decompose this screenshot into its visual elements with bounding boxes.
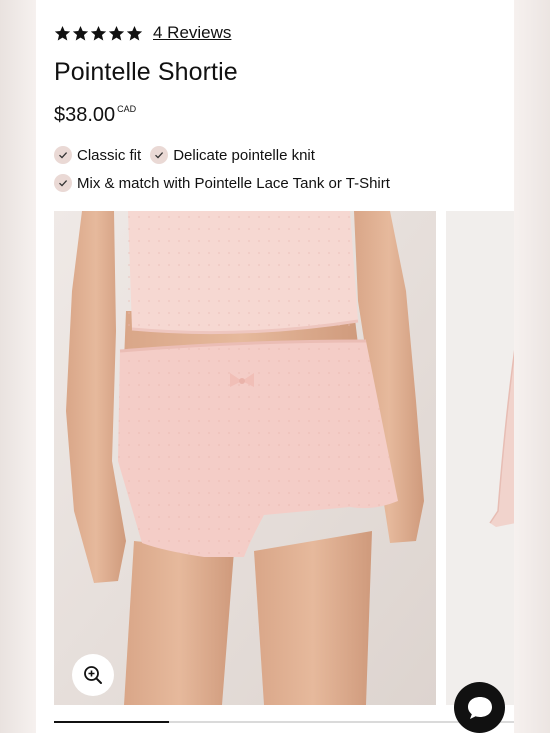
page-background-right [514, 0, 550, 733]
star-icon [90, 25, 107, 40]
zoom-in-icon [84, 666, 102, 684]
star-icon [126, 25, 143, 40]
product-title: Pointelle Shortie [54, 58, 238, 86]
checkmark-icon [54, 146, 72, 164]
product-image-gallery[interactable] [54, 211, 514, 705]
product-price: $38.00 CAD [54, 104, 136, 127]
star-icon [108, 25, 125, 40]
gallery-progress-indicator [54, 721, 169, 723]
next-product-photo[interactable] [446, 211, 514, 705]
star-rating [54, 25, 143, 42]
product-photo-illustration [54, 211, 436, 705]
next-photo-illustration [489, 349, 514, 527]
product-photo[interactable] [54, 211, 436, 705]
gallery-progress-track [54, 721, 514, 723]
feature-label: Classic fit [77, 146, 142, 164]
feature-item: Classic fit [54, 146, 141, 164]
star-icon [72, 25, 89, 40]
star-icon [54, 25, 71, 40]
feature-item: Delicate pointelle knit [150, 146, 315, 164]
product-rating: 4 Reviews [54, 22, 231, 44]
checkmark-icon [150, 146, 169, 164]
feature-row: Classic fit Delicate pointelle knit [54, 144, 399, 166]
product-panel: 4 Reviews Pointelle Shortie $38.00 CAD Cl… [36, 0, 514, 733]
page-background-left [0, 0, 36, 733]
feature-label: Delicate pointelle knit [173, 146, 315, 164]
checkmark-icon [54, 174, 72, 192]
feature-row: Mix & match with Pointelle Lace Tank or … [54, 172, 399, 194]
price-amount: $38.00 [54, 104, 116, 126]
feature-item: Mix & match with Pointelle Lace Tank or … [54, 174, 390, 192]
chat-button[interactable] [454, 682, 505, 733]
feature-list: Classic fit Delicate pointelle knit Mix … [54, 144, 399, 200]
feature-label: Mix & match with Pointelle Lace Tank or … [77, 174, 390, 192]
zoom-button[interactable] [72, 654, 114, 696]
chat-bubble-icon [467, 696, 492, 719]
reviews-link[interactable]: 4 Reviews [153, 23, 231, 43]
price-currency: CAD [117, 104, 137, 114]
